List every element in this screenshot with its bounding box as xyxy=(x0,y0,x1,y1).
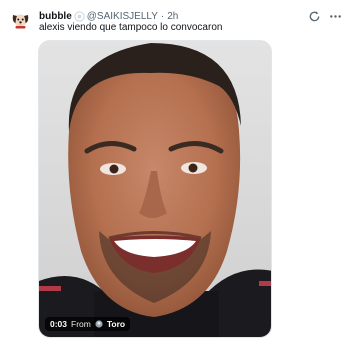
tweet-text: alexis viendo que tampoco lo convocaron xyxy=(39,22,223,33)
display-name[interactable]: bubble xyxy=(39,11,72,22)
avatar[interactable] xyxy=(9,8,32,31)
source-name[interactable]: Toro xyxy=(107,319,125,329)
source-avatar-icon xyxy=(95,320,103,328)
refresh-icon[interactable] xyxy=(308,10,321,23)
video-duration: 0:03 xyxy=(50,319,68,329)
timestamp[interactable]: 2h xyxy=(167,11,178,22)
user-handle[interactable]: @SAIKISJELLY xyxy=(87,11,158,22)
video-duration-badge: 0:03 From Toro xyxy=(45,317,131,331)
dog-avatar-icon xyxy=(9,8,32,31)
separator-dot: · xyxy=(160,10,165,22)
video-player[interactable]: 0:03 From Toro xyxy=(38,40,272,338)
from-label: From xyxy=(71,319,91,329)
more-options-icon[interactable] xyxy=(329,10,342,23)
verified-badge-icon xyxy=(74,10,85,22)
video-frame-image xyxy=(39,41,271,337)
